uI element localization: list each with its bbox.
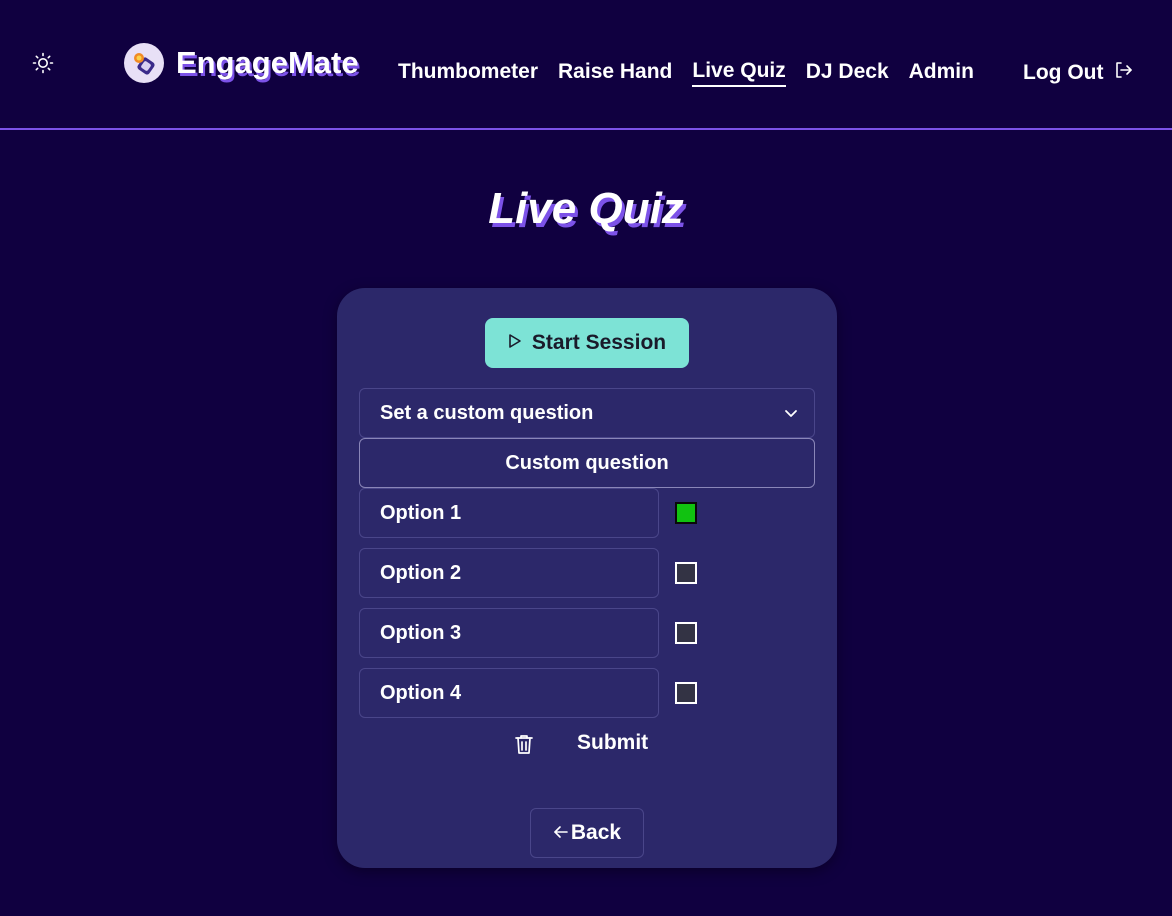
option-row bbox=[359, 548, 815, 598]
trash-icon[interactable] bbox=[512, 732, 536, 756]
logout-label: Log Out bbox=[1023, 61, 1104, 84]
option-row bbox=[359, 668, 815, 718]
nav-thumbometer[interactable]: Thumbometer bbox=[398, 60, 538, 86]
chevron-down-icon bbox=[784, 402, 798, 425]
option-3-input[interactable] bbox=[359, 608, 659, 658]
quiz-card: Start Session Set a custom question Subm… bbox=[337, 288, 837, 868]
option-3-correct-checkbox[interactable] bbox=[675, 622, 697, 644]
nav-dj-deck[interactable]: DJ Deck bbox=[806, 60, 889, 86]
submit-button[interactable]: Submit bbox=[577, 728, 648, 758]
main-nav: Thumbometer Raise Hand Live Quiz DJ Deck… bbox=[398, 58, 974, 88]
option-4-input[interactable] bbox=[359, 668, 659, 718]
logout-icon bbox=[1113, 60, 1133, 86]
sun-icon[interactable] bbox=[30, 50, 56, 76]
option-2-input[interactable] bbox=[359, 548, 659, 598]
nav-admin[interactable]: Admin bbox=[909, 60, 974, 86]
page-title: Live Quiz bbox=[488, 184, 684, 233]
play-icon bbox=[508, 331, 522, 355]
nav-raise-hand[interactable]: Raise Hand bbox=[558, 60, 672, 86]
nav-live-quiz[interactable]: Live Quiz bbox=[692, 59, 786, 87]
start-session-label: Start Session bbox=[531, 331, 667, 354]
option-row bbox=[359, 608, 815, 658]
option-row bbox=[359, 488, 815, 538]
top-navbar: EngageMate Thumbometer Raise Hand Live Q… bbox=[0, 0, 1172, 130]
option-4-correct-checkbox[interactable] bbox=[675, 682, 697, 704]
option-1-input[interactable] bbox=[359, 488, 659, 538]
brand-name: EngageMate bbox=[176, 45, 359, 80]
option-2-correct-checkbox[interactable] bbox=[675, 562, 697, 584]
option-1-correct-checkbox[interactable] bbox=[675, 502, 697, 524]
engagemate-logo-icon bbox=[124, 43, 164, 83]
question-select[interactable]: Set a custom question bbox=[359, 388, 815, 438]
logout-button[interactable]: Log Out bbox=[1023, 58, 1133, 88]
back-label: Back bbox=[570, 821, 622, 844]
arrow-left-icon bbox=[553, 821, 569, 845]
brand[interactable]: EngageMate bbox=[124, 42, 359, 84]
custom-question-input[interactable] bbox=[359, 438, 815, 488]
question-select-value: Set a custom question bbox=[380, 401, 594, 424]
back-button[interactable]: Back bbox=[530, 808, 644, 858]
start-session-button[interactable]: Start Session bbox=[485, 318, 689, 368]
